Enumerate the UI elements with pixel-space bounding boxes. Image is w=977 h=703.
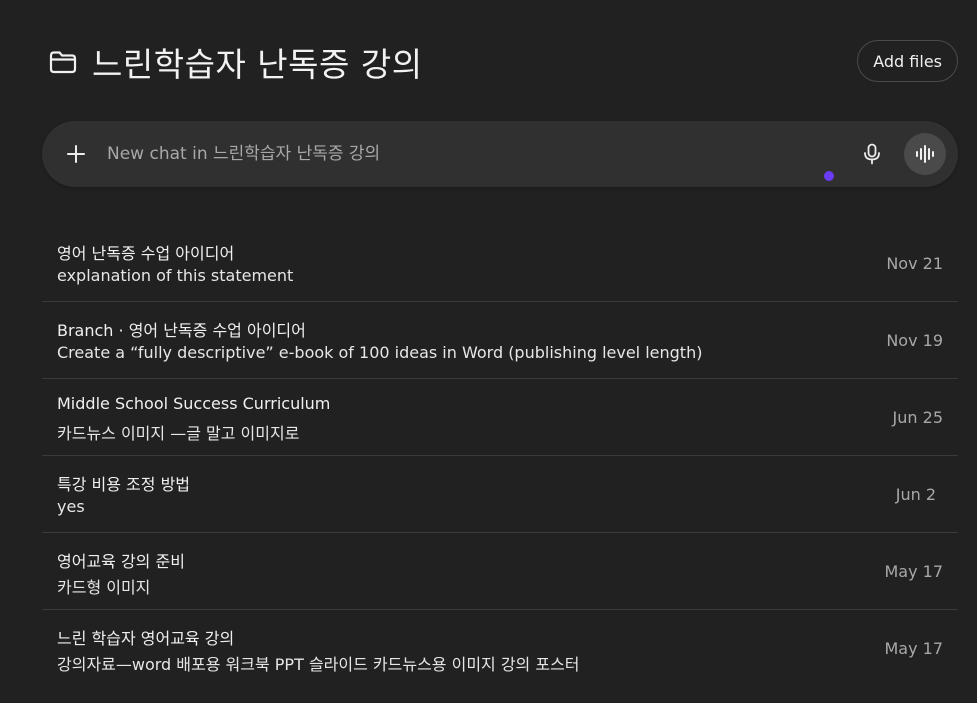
chat-date: Jun 2 <box>895 485 936 504</box>
chat-row[interactable]: Middle School Success Curriculum 카드뉴스 이미… <box>42 379 958 456</box>
chat-date: Nov 21 <box>886 254 943 273</box>
plus-icon[interactable] <box>61 139 91 169</box>
chat-snippet: Create a “fully descriptive” e-book of 1… <box>57 343 703 362</box>
chat-title: 영어교육 강의 준비 <box>57 552 185 571</box>
chat-row[interactable]: Branch · 영어 난독증 수업 아이디어 Create a “fully … <box>42 302 958 379</box>
chat-snippet: 카드뉴스 이미지 —글 말고 이미지로 <box>57 424 300 443</box>
chat-date: May 17 <box>884 639 943 658</box>
chat-date: Jun 25 <box>892 408 943 427</box>
chat-snippet: 카드형 이미지 <box>57 578 151 597</box>
chat-snippet: 강의자료—word 배포용 워크북 PPT 슬라이드 카드뉴스용 이미지 강의 … <box>57 655 580 674</box>
chat-snippet: explanation of this statement <box>57 266 294 285</box>
chat-row[interactable]: 영어교육 강의 준비 카드형 이미지 May 17 <box>42 533 958 610</box>
add-files-button[interactable]: Add files <box>857 40 958 82</box>
voice-waveform-icon[interactable] <box>904 133 946 175</box>
chat-date: May 17 <box>884 562 943 581</box>
microphone-icon[interactable] <box>854 136 890 172</box>
chat-row[interactable]: 느린 학습자 영어교육 강의 강의자료—word 배포용 워크북 PPT 슬라이… <box>42 610 958 687</box>
page-title: 느린학습자 난독증 강의 <box>92 45 423 84</box>
chat-row[interactable]: 특강 비용 조정 방법 yes Jun 2 <box>42 456 958 533</box>
status-dot <box>824 171 834 181</box>
project-page: 느린학습자 난독증 강의 Add files New chat in 느린학습자… <box>0 0 977 703</box>
chat-snippet: yes <box>57 497 85 516</box>
chat-title: 느린 학습자 영어교육 강의 <box>57 629 235 648</box>
chat-list: 영어 난독증 수업 아이디어 explanation of this state… <box>42 225 958 687</box>
chat-composer <box>42 121 958 187</box>
chat-title: Middle School Success Curriculum <box>57 394 331 413</box>
new-chat-input[interactable] <box>105 143 854 165</box>
chat-title: 특강 비용 조정 방법 <box>57 475 191 494</box>
project-header: 느린학습자 난독증 강의 <box>48 40 423 84</box>
chat-title: 영어 난독증 수업 아이디어 <box>57 244 235 263</box>
chat-date: Nov 19 <box>886 331 943 350</box>
folder-icon <box>48 47 78 77</box>
chat-row[interactable]: 영어 난독증 수업 아이디어 explanation of this state… <box>42 225 958 302</box>
chat-title: Branch · 영어 난독증 수업 아이디어 <box>57 321 306 340</box>
